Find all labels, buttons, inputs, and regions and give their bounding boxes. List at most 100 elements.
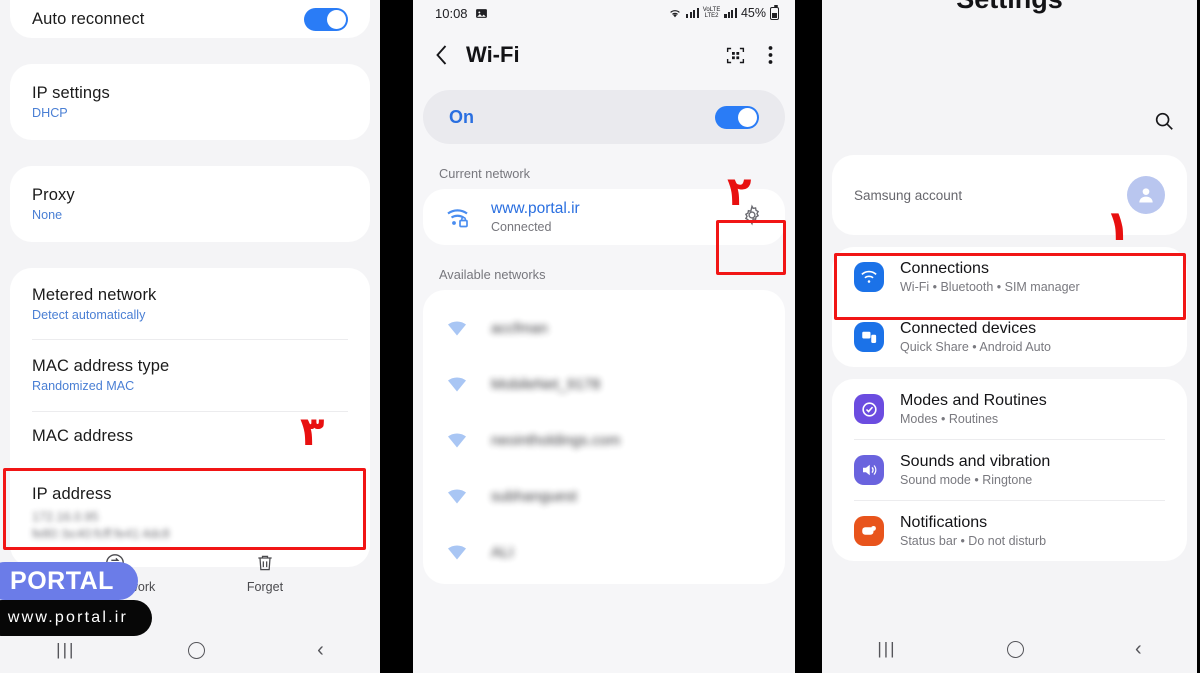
- sidebar-item-sounds-vibration[interactable]: Sounds and vibration Sound mode • Ringto…: [832, 440, 1187, 500]
- annotation-marker-3: ۳: [300, 409, 325, 455]
- status-bar-left: 10:08: [435, 6, 488, 21]
- watermark-url: www.portal.ir: [0, 600, 152, 636]
- current-network-info: www.portal.ir Connected: [491, 200, 580, 234]
- page-title: Settings: [822, 0, 1197, 15]
- ip-address-v4: 172.16.0.95: [32, 510, 99, 524]
- ip-settings-label: IP settings: [32, 84, 110, 102]
- metered-network-label: Metered network: [32, 286, 157, 304]
- panel-gutter: [380, 0, 413, 673]
- connections-text: Connections Wi-Fi • Bluetooth • SIM mana…: [900, 260, 1080, 294]
- metered-network-row[interactable]: Metered network Detect automatically: [10, 268, 370, 339]
- wifi-status-icon: [670, 10, 680, 18]
- watermark-url-text: www.portal.ir: [7, 609, 129, 626]
- mac-address-type-value: Randomized MAC: [32, 379, 135, 393]
- list-item[interactable]: accfman: [423, 300, 785, 356]
- network-ssid: ALI: [491, 543, 514, 561]
- person-avatar-icon: [1139, 188, 1153, 203]
- kebab-menu-icon[interactable]: [768, 45, 773, 65]
- forget-network-label: Forget: [246, 580, 284, 594]
- proxy-row[interactable]: Proxy None: [10, 166, 370, 242]
- wifi-details-panel: Auto reconnect IP settings DHCP Proxy No…: [0, 0, 380, 673]
- wifi-icon: [854, 262, 884, 292]
- proxy-value: None: [32, 208, 63, 222]
- ip-settings-value: DHCP: [32, 106, 68, 120]
- home-icon[interactable]: [1007, 640, 1025, 658]
- available-networks-list: accfman MobileNet_9178 neointholdings.co…: [423, 290, 785, 584]
- avatar[interactable]: [1127, 176, 1165, 214]
- list-item[interactable]: neointholdings.com: [423, 412, 785, 468]
- sidebar-item-label: Sounds and vibration: [900, 453, 1051, 470]
- back-chevron-icon[interactable]: [435, 44, 448, 66]
- auto-reconnect-toggle[interactable]: [304, 7, 348, 31]
- ip-settings-row[interactable]: IP settings DHCP: [10, 64, 370, 140]
- modes-routines-text: Modes and Routines Modes • Routines: [900, 392, 1047, 426]
- proxy-label: Proxy: [32, 186, 75, 204]
- signal-bars-2-icon: [724, 8, 737, 18]
- screenshot-stage: Auto reconnect IP settings DHCP Proxy No…: [0, 0, 1200, 673]
- sidebar-item-sublabel: Sound mode • Ringtone: [900, 473, 1033, 487]
- status-bar-right: VoLTE LTE2 45%: [668, 4, 779, 20]
- samsung-account-label: Samsung account: [854, 187, 963, 203]
- sidebar-item-connections[interactable]: Connections Wi-Fi • Bluetooth • SIM mana…: [832, 247, 1187, 307]
- wifi-power-toggle[interactable]: [715, 105, 759, 129]
- sidebar-item-label: Modes and Routines: [900, 392, 1047, 409]
- ip-address-label: IP address: [32, 485, 112, 503]
- sidebar-item-sublabel: Quick Share • Android Auto: [900, 340, 1051, 354]
- list-item[interactable]: MobileNet_9178: [423, 356, 785, 412]
- settings-group-system: Modes and Routines Modes • Routines Soun…: [832, 379, 1187, 561]
- android-navbar: ||| ‹: [822, 625, 1197, 673]
- samsung-account-row[interactable]: Samsung account: [832, 155, 1187, 235]
- network-ssid: MobileNet_9178: [491, 375, 601, 393]
- recents-icon[interactable]: |||: [56, 640, 75, 660]
- watermark-brand-text: PORTAL: [10, 566, 114, 595]
- battery-percent: 45%: [740, 6, 766, 20]
- wifi-power-row[interactable]: On: [423, 90, 785, 144]
- current-network-ssid: www.portal.ir: [491, 200, 580, 217]
- list-item[interactable]: subhanguest: [423, 468, 785, 524]
- ip-address-v6: fe80::bc40:fcff:fe41:4dc8: [32, 527, 170, 541]
- mac-address-type-label: MAC address type: [32, 357, 170, 375]
- forget-network-button[interactable]: Forget: [205, 552, 325, 594]
- back-icon[interactable]: ‹: [1135, 639, 1142, 659]
- wifi-power-label: On: [449, 106, 474, 127]
- modes-check-icon: [854, 394, 884, 424]
- search-icon: [1155, 112, 1173, 130]
- metered-network-value: Detect automatically: [32, 308, 146, 322]
- sidebar-item-notifications[interactable]: Notifications Status bar • Do not distur…: [832, 501, 1187, 561]
- wifi-signal-icon: [448, 489, 466, 504]
- home-icon[interactable]: [187, 641, 205, 659]
- network-ssid: subhanguest: [491, 487, 577, 505]
- wifi-header-actions: [725, 45, 773, 66]
- search-button[interactable]: [1153, 110, 1175, 137]
- notifications-text: Notifications Status bar • Do not distur…: [900, 514, 1046, 548]
- available-networks-label: Available networks: [439, 267, 546, 282]
- auto-reconnect-label: Auto reconnect: [32, 9, 145, 28]
- wifi-signal-icon: [448, 377, 466, 392]
- sidebar-item-label: Notifications: [900, 514, 988, 531]
- qr-scan-icon[interactable]: [725, 45, 746, 66]
- wifi-signal-icon: [448, 321, 466, 336]
- connected-devices-text: Connected devices Quick Share • Android …: [900, 320, 1051, 354]
- volte-icon: VoLTE LTE2: [702, 7, 721, 19]
- list-item[interactable]: ALI: [423, 524, 785, 580]
- mac-address-type-row[interactable]: MAC address type Randomized MAC: [10, 340, 370, 411]
- sidebar-item-modes-routines[interactable]: Modes and Routines Modes • Routines: [832, 379, 1187, 439]
- trash-icon: [258, 555, 272, 571]
- status-bar-time: 10:08: [435, 5, 468, 21]
- current-network-status: Connected: [491, 220, 552, 234]
- auto-reconnect-row[interactable]: Auto reconnect: [10, 0, 370, 38]
- notification-icon: [854, 516, 884, 546]
- sidebar-item-sublabel: Status bar • Do not disturb: [900, 534, 1047, 548]
- settings-panel: Settings Samsung account: [822, 0, 1197, 673]
- speaker-icon: [854, 455, 884, 485]
- sidebar-item-connected-devices[interactable]: Connected devices Quick Share • Android …: [832, 307, 1187, 367]
- back-icon[interactable]: ‹: [317, 640, 324, 660]
- wifi-lock-icon: [447, 209, 468, 228]
- network-ssid: neointholdings.com: [491, 431, 621, 449]
- screenshot-icon: [475, 8, 487, 18]
- settings-group-connections: Connections Wi-Fi • Bluetooth • SIM mana…: [832, 247, 1187, 367]
- recents-icon[interactable]: |||: [877, 639, 896, 659]
